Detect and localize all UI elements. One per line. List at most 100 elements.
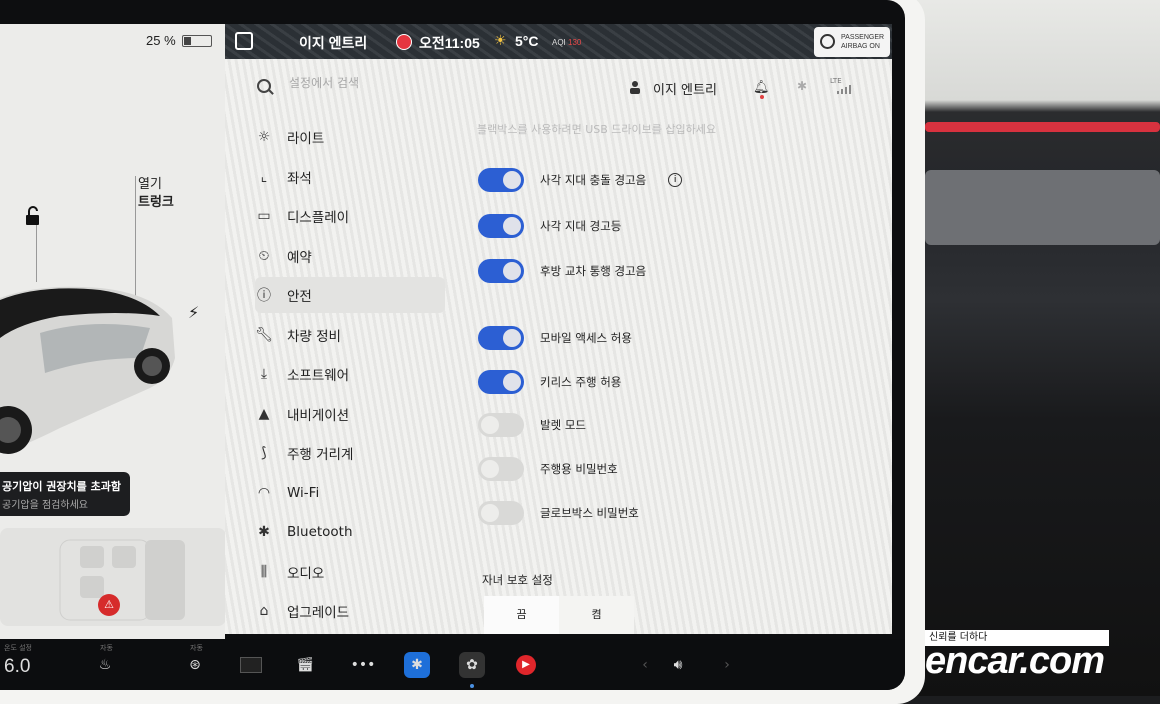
bluetooth-icon: ✱ — [258, 524, 270, 540]
toggle-label: 사각 지대 충돌 경고음 — [540, 173, 647, 187]
toybox-app-icon[interactable]: ✿ — [459, 652, 485, 678]
toggle-label: 글로브박스 비밀번호 — [540, 506, 639, 520]
volume-down-icon[interactable]: ‹ — [632, 652, 658, 678]
toggle-knob — [503, 329, 521, 347]
nav-item-download[interactable]: ⤓ 소프트웨어 — [255, 356, 349, 392]
theater-app-icon[interactable]: 🎬︎ — [292, 652, 318, 678]
temp-set-label: 온도 설정 — [4, 644, 32, 652]
toggle-knob — [481, 460, 499, 478]
music-app-icon[interactable]: ▶ — [513, 652, 539, 678]
lte-label: LTE — [830, 77, 842, 85]
more-apps-icon[interactable]: ••• — [350, 652, 376, 678]
toggle-switch[interactable] — [478, 168, 524, 192]
settings-search-input[interactable] — [287, 75, 491, 91]
info-icon[interactable]: i — [668, 173, 683, 187]
steering-wheel-heater-icon[interactable]: ⊛ — [182, 652, 208, 678]
bluetooth-status-icon[interactable]: ✱ — [797, 79, 807, 93]
toggle-label: 후방 교차 통행 경고음 — [540, 264, 647, 278]
seat-heater-icon[interactable]: ♨ — [92, 652, 118, 678]
nav-item-schedule[interactable]: ⏲ 예약 — [255, 238, 312, 274]
toggle-row: 키리스 주행 허용 — [478, 369, 621, 395]
signal-icon — [837, 85, 851, 94]
nav-item-navigation[interactable]: ▲ 내비게이션 — [255, 396, 350, 432]
nav-item-wrench[interactable]: 🔧︎ 차량 정비 — [255, 317, 341, 353]
active-app-indicator — [470, 684, 474, 688]
trip-icon: ⟆ — [261, 445, 267, 461]
settings-panel: 이지 엔트리 🔔︎ ✱ LTE ☼ 라이트 ⌞ 좌석 ▭ 디스플레이 ⏲ 예약 ⓘ 안전 🔧︎ 차량 … — [225, 59, 892, 634]
toggle-label: 주행용 비밀번호 — [540, 462, 618, 476]
charge-port-icon[interactable]: ⚡ — [188, 303, 199, 322]
search-icon[interactable] — [257, 79, 271, 93]
nav-item-label: 업그레이드 — [287, 605, 350, 621]
app-launcher-icon[interactable] — [238, 652, 264, 678]
nav-item-upgrade[interactable]: ⌂ 업그레이드 — [255, 593, 350, 629]
toggle-row: 글로브박스 비밀번호 — [478, 500, 639, 526]
toggle-label: 사각 지대 경고등 — [540, 219, 622, 233]
seat-icon: ⌞ — [260, 168, 268, 185]
schedule-icon: ⏲ — [258, 247, 270, 264]
toggle-switch[interactable] — [478, 259, 524, 283]
touchscreen: 25 % 열기 트렁크 ⚡ 공기압이 권장치를 초과함 공기압을 점검하세요 ⚠… — [0, 0, 905, 690]
nav-item-label: 주행 거리계 — [287, 447, 354, 463]
toggle-knob — [481, 504, 499, 522]
toggle-switch[interactable] — [478, 457, 524, 481]
person-icon[interactable] — [630, 80, 640, 94]
toggle-row: 사각 지대 경고등 — [478, 213, 621, 239]
toggle-switch[interactable] — [478, 413, 524, 437]
nav-item-label: 라이트 — [287, 131, 325, 147]
dock-temperature[interactable]: 6.0 — [4, 656, 30, 678]
volume-icon[interactable]: 🔊︎ — [665, 652, 691, 678]
child-lock-selector: 끔 켬 — [484, 596, 634, 634]
toggle-switch[interactable] — [478, 370, 524, 394]
nav-item-light[interactable]: ☼ 라이트 — [255, 119, 325, 155]
nav-item-label: 디스플레이 — [287, 210, 350, 226]
toggle-knob — [481, 416, 499, 434]
nav-item-audio[interactable]: ⫼ 오디오 — [255, 554, 325, 590]
volume-up-icon[interactable]: › — [714, 652, 740, 678]
dashcam-record-icon[interactable] — [396, 34, 412, 50]
ambient-light-strip — [925, 122, 1160, 132]
profile-name[interactable]: 이지 엔트리 — [653, 79, 717, 98]
bluetooth-app-icon[interactable]: ✱ — [404, 652, 430, 678]
nav-item-wifi[interactable]: ◠ Wi-Fi — [255, 475, 319, 511]
bottom-dock — [0, 639, 905, 690]
nav-item-label: Wi-Fi — [287, 484, 320, 501]
audio-icon: ⫼ — [260, 563, 268, 580]
toggle-label: 모바일 액세스 허용 — [540, 331, 632, 345]
nav-item-label: 차량 정비 — [287, 328, 341, 345]
notification-dot — [760, 95, 764, 99]
navigation-icon: ▲ — [258, 405, 270, 422]
toggle-row: 후방 교차 통행 경고음 — [478, 258, 646, 284]
nav-item-seat[interactable]: ⌞ 좌석 — [255, 159, 312, 195]
dashboard-panel — [925, 170, 1160, 245]
child-lock-on-option[interactable]: 켬 — [559, 596, 634, 634]
toggle-row: 주행용 비밀번호 — [478, 456, 618, 482]
bell-icon[interactable]: 🔔︎ — [753, 80, 770, 95]
nav-item-bluetooth[interactable]: ✱ Bluetooth — [255, 514, 352, 550]
airbag-icon — [820, 34, 835, 49]
nav-item-display[interactable]: ▭ 디스플레이 — [255, 198, 349, 234]
airbag-line2: AIRBAG ON — [841, 43, 880, 50]
toggle-switch[interactable] — [478, 214, 524, 238]
usb-hint-text: 블랙박스를 사용하려면 USB 드라이브를 삽입하세요 — [477, 123, 716, 136]
nav-item-label: 오디오 — [287, 565, 325, 582]
battery-fill — [183, 36, 191, 45]
toggle-knob — [503, 262, 521, 280]
nav-item-safety[interactable]: ⓘ 안전 — [255, 277, 445, 313]
unlock-icon[interactable] — [24, 206, 42, 226]
toggle-row: 사각 지대 충돌 경고음 i — [478, 167, 683, 193]
safety-icon: ⓘ — [257, 288, 271, 304]
battery-indicator: 25 % — [146, 33, 212, 48]
nav-item-trip[interactable]: ⟆ 주행 거리계 — [255, 435, 353, 471]
light-icon: ☼ — [257, 129, 271, 145]
nav-item-label: 내비게이션 — [287, 407, 350, 424]
tire-pressure-alert[interactable]: 공기압이 권장치를 초과함 공기압을 점검하세요 — [0, 472, 130, 516]
child-lock-off-option[interactable]: 끔 — [484, 596, 559, 634]
toggle-switch[interactable] — [478, 501, 524, 525]
upgrade-icon: ⌂ — [259, 603, 269, 619]
trunk-control[interactable]: 열기 트렁크 — [138, 176, 174, 212]
toggle-switch[interactable] — [478, 326, 524, 350]
profile-icon[interactable] — [235, 32, 253, 50]
trunk-name: 트렁크 — [138, 195, 174, 210]
status-profile-name[interactable]: 이지 엔트리 — [299, 33, 367, 53]
